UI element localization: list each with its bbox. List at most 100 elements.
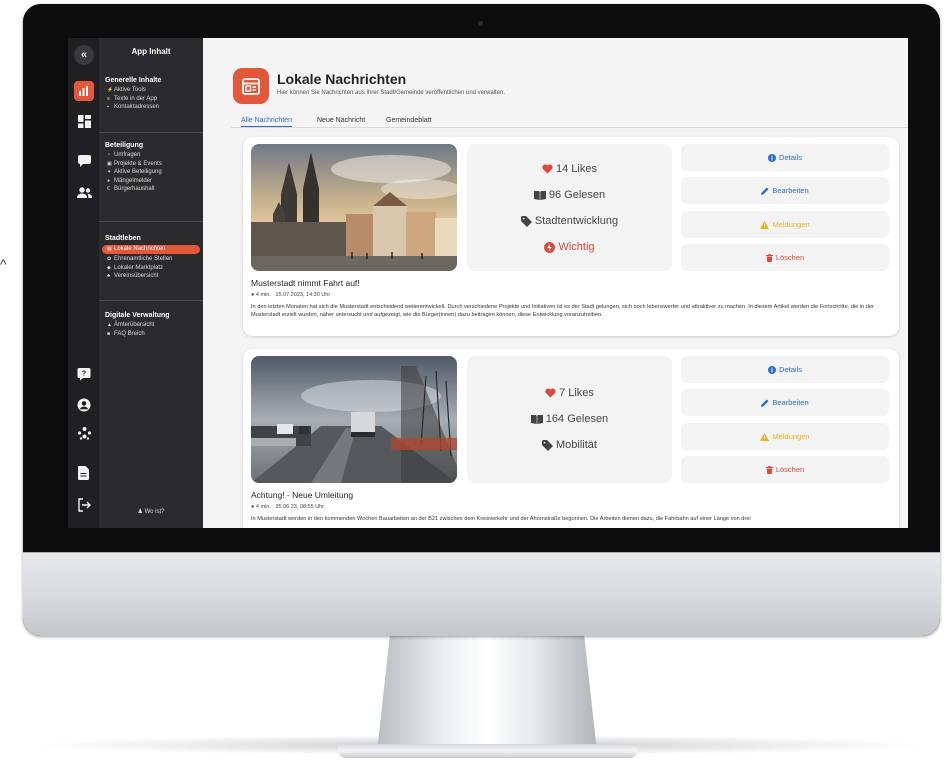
- sidebar-item-label: Mängelmelder: [114, 177, 153, 184]
- sidebar-item-clubs[interactable]: ♣ Vereinsübersicht: [99, 272, 203, 281]
- rail-profile-button[interactable]: [74, 395, 94, 415]
- news-title: Musterstadt nimmt Fahrt auf!: [251, 278, 360, 288]
- reads-count: 164 Gelesen: [545, 413, 609, 425]
- sidebar-item-local-news[interactable]: ▤ Lokale Nachrichten: [102, 245, 200, 254]
- sidebar-heading: Stadtleben: [105, 235, 141, 242]
- sidebar-item-defects[interactable]: ● Mängelmelder: [99, 177, 203, 186]
- bolt-icon: ⚡: [107, 87, 114, 93]
- reads-stat: 164 Gelesen: [467, 413, 672, 425]
- contact-icon: ▪: [107, 104, 109, 110]
- likes-count: 14 Likes: [556, 163, 597, 175]
- category-label: Stadtentwicklung: [534, 215, 619, 227]
- rail-app-content-button[interactable]: [74, 81, 94, 101]
- sidebar-item-active-participation[interactable]: ✦ Aktive Beteiligung: [99, 168, 203, 177]
- page-title: Lokale Nachrichten: [277, 71, 407, 87]
- edit-button[interactable]: Bearbeiten: [681, 389, 889, 416]
- sidebar-item-faq[interactable]: ■ FAQ Breich: [99, 330, 203, 339]
- reports-button[interactable]: Meldungen: [681, 211, 889, 238]
- euro-icon: €: [107, 186, 110, 192]
- camera-dot: [478, 21, 483, 26]
- text-icon: ≡: [107, 95, 110, 102]
- warning-icon: [760, 433, 770, 442]
- news-body: In Musterstadt werden in den kommenden W…: [251, 516, 751, 522]
- where-is-link[interactable]: ♟ Wo ist?: [99, 508, 203, 515]
- svg-text:?: ?: [82, 371, 86, 378]
- collapse-sidebar-button[interactable]: «: [74, 45, 94, 65]
- sidebar-item-label: Projekte & Events: [114, 160, 162, 167]
- reads-stat: 96 Gelesen: [467, 189, 672, 201]
- tab-gemeindeblatt[interactable]: Gemeindeblatt: [386, 116, 432, 127]
- details-label: Details: [779, 365, 802, 374]
- sidebar-item-polls[interactable]: ◔ Umfragen: [99, 151, 203, 160]
- sidebar-item-label: FAQ Breich: [114, 330, 145, 337]
- sidebar-item-texts[interactable]: ≡ Texte in der App: [99, 95, 203, 104]
- news-image-old-town[interactable]: [251, 144, 457, 271]
- news-meta: ● 4 min. 25.06.23, 08:55 Uhr: [251, 504, 324, 510]
- read-time: 4 min.: [255, 292, 271, 298]
- warning-icon: [760, 221, 770, 230]
- sidebar-item-label: Lokaler Marktplatz: [114, 264, 164, 271]
- edit-button[interactable]: Bearbeiten: [681, 177, 889, 204]
- edit-label: Bearbeiten: [772, 186, 809, 195]
- sidebar-item-label: Kontaktadressen: [114, 104, 160, 110]
- monitor-stand-foot: [338, 744, 638, 758]
- help-chat-icon: ?: [77, 368, 91, 381]
- reports-button[interactable]: Meldungen: [681, 423, 889, 450]
- rail-dashboard-button[interactable]: [74, 111, 94, 131]
- sidebar-item-contacts[interactable]: ▪ Kontaktadressen: [99, 103, 203, 112]
- tab-all-news[interactable]: Alle Nachrichten: [241, 116, 292, 127]
- delete-button[interactable]: Löschen: [681, 456, 889, 483]
- users-icon: [76, 187, 92, 198]
- app-screen: « ? App Inhalt Generelle Inhalte ⚡ Aktiv…: [68, 38, 908, 528]
- mockup-stage: ^ « ? App Inhalt Generelle Inhalte ⚡ Akt…: [0, 0, 945, 764]
- news-stats-panel: 7 Likes 164 Gelesen Mobilität: [467, 356, 672, 483]
- publish-date: 25.06.23, 08:55 Uhr: [275, 504, 325, 510]
- group-icon: ♣: [107, 273, 111, 279]
- news-card: 7 Likes 164 Gelesen Mobilität Details Be…: [243, 349, 899, 528]
- sidebar-item-offices[interactable]: ▲ Ämterübersicht: [99, 321, 203, 330]
- faq-icon: ■: [107, 330, 111, 337]
- bolt-circle-icon: [544, 241, 556, 253]
- sidebar-item-active-tools[interactable]: ⚡ Aktive Tools: [99, 86, 203, 95]
- news-image-road[interactable]: [251, 356, 457, 483]
- sidebar-item-label: Aktive Tools: [114, 87, 146, 93]
- news-body: In den letzten Monaten hat sich die Must…: [251, 304, 874, 318]
- book-icon: [533, 191, 546, 201]
- shop-icon: ◆: [107, 264, 111, 271]
- sidebar-item-projects[interactable]: ▣ Projekte & Events: [99, 160, 203, 169]
- news-card: 14 Likes 96 Gelesen Stadtentwicklung Wic…: [243, 137, 899, 336]
- category-stat: Stadtentwicklung: [467, 215, 672, 227]
- sidebar-item-marketplace[interactable]: ◆ Lokaler Marktplatz: [99, 264, 203, 273]
- sidebar-item-label: Vereinsübersicht: [114, 273, 159, 279]
- sidebar-title: App Inhalt: [131, 47, 171, 56]
- rail-document-button[interactable]: [74, 463, 94, 483]
- details-label: Details: [779, 153, 802, 162]
- reads-count: 96 Gelesen: [548, 189, 606, 201]
- sidebar-heading: Generelle Inhalte: [105, 77, 162, 84]
- news-meta: ● 4 min. 15.07.2023, 14:30 Uhr: [251, 292, 330, 298]
- rail-team-button[interactable]: [74, 423, 94, 443]
- chat-icon: [78, 154, 91, 167]
- rail-users-button[interactable]: [74, 183, 94, 203]
- rail-messages-button[interactable]: [74, 150, 94, 170]
- delete-button[interactable]: Löschen: [681, 244, 889, 271]
- person-icon: ✦: [107, 169, 112, 175]
- monitor: « ? App Inhalt Generelle Inhalte ⚡ Aktiv…: [23, 4, 940, 636]
- double-chevron-left-icon: «: [80, 49, 88, 61]
- logout-button[interactable]: [74, 495, 94, 515]
- details-button[interactable]: Details: [681, 144, 889, 171]
- monitor-chin: [23, 552, 940, 636]
- sidebar-item-label: Lokale Nachrichten: [114, 246, 166, 253]
- details-button[interactable]: Details: [681, 356, 889, 383]
- rail-help-button[interactable]: ?: [74, 364, 94, 384]
- sidebar-item-volunteer[interactable]: ✿ Ehrenamtliche Stellen: [99, 255, 203, 264]
- category-label: Mobilität: [556, 439, 597, 451]
- sidebar-item-label: Aktive Beteiligung: [114, 169, 162, 175]
- sidebar-section-city-life: Stadtleben ▤ Lokale Nachrichten ✿ Ehrenamt…: [99, 234, 203, 281]
- sidebar-divider: [99, 221, 203, 222]
- news-calendar-icon: [233, 68, 269, 104]
- tab-new-news[interactable]: Neue Nachricht: [317, 116, 365, 127]
- sidebar-item-budget[interactable]: € Bürgerhaushalt: [99, 185, 203, 194]
- tag-icon: [520, 215, 532, 227]
- sidebar-item-label: Bürgerhaushalt: [114, 186, 155, 192]
